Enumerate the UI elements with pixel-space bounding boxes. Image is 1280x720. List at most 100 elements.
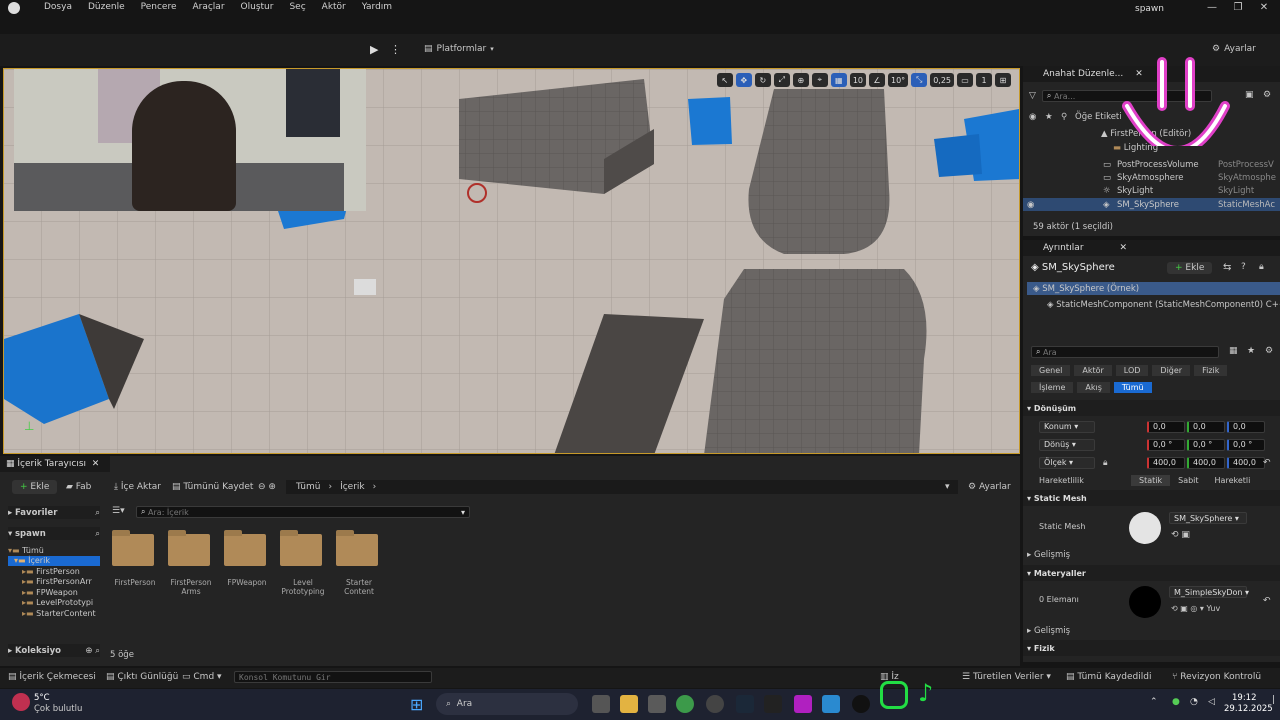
chevron-up-icon[interactable]: ⌃ (1150, 697, 1158, 707)
transform-section[interactable]: ▾ Dönüşüm (1023, 400, 1280, 416)
cmd-dropdown[interactable]: ▭ Cmd ▾ (182, 672, 222, 682)
windows-start-icon[interactable]: ⊞ (410, 696, 428, 714)
materials-section[interactable]: ▾ Materyaller (1023, 565, 1280, 581)
scale-snap-value[interactable]: 0,25 (930, 73, 954, 87)
grid-snap-value[interactable]: 10 (849, 73, 866, 87)
filter-rendering[interactable]: İşleme (1031, 382, 1074, 393)
taskbar-search[interactable]: ⌕ Ara (436, 693, 578, 715)
outliner-row[interactable]: ▭ PostProcessVolume PostProcessV (1103, 158, 1278, 171)
mesh-thumbnail[interactable] (1129, 512, 1161, 544)
folder-item[interactable]: FirstPerson Arms (168, 530, 214, 596)
tree-item[interactable]: ▸▬ FirstPerson (8, 566, 100, 577)
microphone-icon[interactable]: ● (1172, 697, 1180, 707)
level-viewport[interactable]: ↖ ✥ ↻ ⤢ ⊕ ⌖ ▦ 10 ∠ 10° ⤡ 0,25 ▭ 1 ⊞ ⊥ (3, 68, 1020, 454)
component-instance-row[interactable]: ◈ SM_SkySphere (Örnek) (1027, 282, 1280, 295)
platforms-menu[interactable]: ▤ Platformlar ▾ (424, 44, 494, 54)
blueprint-icon[interactable]: ⇆ (1223, 262, 1231, 273)
scale-x-field[interactable]: 400,0 (1147, 456, 1185, 469)
tree-item[interactable]: ▾▬ Tümü (8, 545, 100, 556)
steam-icon[interactable] (736, 695, 754, 713)
select-mode-icon[interactable]: ↖ (716, 73, 733, 87)
tree-item[interactable]: ▸▬ LevelPrototypi (8, 598, 100, 609)
scale-y-field[interactable]: 400,0 (1187, 456, 1225, 469)
play-button[interactable]: ▶ (370, 43, 382, 57)
rotation-y-field[interactable]: 0,0 ° (1187, 438, 1225, 451)
static-mesh-dropdown[interactable]: SM_SkySphere ▾ (1169, 512, 1247, 524)
menu-actor[interactable]: Aktör (314, 2, 354, 12)
filter-physics[interactable]: Fizik (1194, 365, 1228, 376)
close-icon[interactable]: ✕ (1120, 243, 1128, 253)
filter-streaming[interactable]: Akış (1077, 382, 1110, 393)
close-button[interactable]: ✕ (1252, 2, 1276, 14)
filter-icon[interactable]: ▽ (1029, 91, 1036, 101)
restore-button[interactable]: ❐ (1226, 2, 1250, 14)
weather-temp[interactable]: 5°C (34, 693, 50, 703)
app-icon[interactable] (822, 695, 840, 713)
filter-general[interactable]: Genel (1031, 365, 1071, 376)
material-dropdown[interactable]: M_SimpleSkyDon ▾ (1169, 586, 1249, 598)
details-tab[interactable]: Ayrıntılar ✕ (1023, 240, 1280, 256)
breadcrumb-all[interactable]: Tümü (296, 482, 320, 492)
advanced-row[interactable]: ▸ Gelişmiş (1027, 548, 1070, 561)
filter-other[interactable]: Diğer (1152, 365, 1191, 376)
world-local-icon[interactable]: ⊕ (792, 73, 809, 87)
epic-games-icon[interactable] (764, 695, 782, 713)
history-nav[interactable]: ⊖ ⊕ (258, 482, 276, 492)
outliner-settings-icon[interactable]: ⚙ (1263, 90, 1271, 100)
item-label-column[interactable]: Öğe Etiketi (1075, 112, 1122, 122)
chevron-down-icon[interactable]: ▾ (945, 482, 950, 492)
location-y-field[interactable]: 0,0 (1187, 420, 1225, 433)
component-row[interactable]: ◈ StaticMeshComponent (StaticMeshCompone… (1047, 298, 1280, 311)
more-options-icon[interactable]: ⋮ (390, 43, 401, 56)
outliner-row-selected[interactable]: ◉ ◈ SM_SkySphere StaticMeshAc (1023, 198, 1280, 211)
reset-icon[interactable]: ↶ (1263, 596, 1271, 606)
save-status-button[interactable]: ▤ Tümü Kaydedildi (1066, 672, 1151, 682)
content-search[interactable]: ⌕ Ara: İçerik ▾ (136, 506, 470, 518)
reset-icon[interactable]: ↶ (1263, 458, 1271, 468)
menu-edit[interactable]: Düzenle (80, 2, 133, 12)
physics-section[interactable]: ▾ Fizik (1023, 640, 1280, 656)
outliner-row[interactable]: ▭ SkyAtmosphere SkyAtmosphe (1103, 171, 1278, 184)
scale-z-field[interactable]: 400,0 (1227, 456, 1265, 469)
tree-item[interactable]: ▸▬ FPWeapon (8, 587, 100, 598)
scale-snap-icon[interactable]: ⤡ (911, 73, 928, 87)
add-collection-icon[interactable]: ⊕ ⌕ (85, 646, 100, 656)
content-browser-tab[interactable]: ▦ İçerik Tarayıcısı ✕ (0, 456, 110, 472)
notification-icon[interactable]: | (1272, 695, 1275, 705)
folder-item[interactable]: FPWeapon (224, 530, 270, 587)
save-all-button[interactable]: ▤ Tümünü Kaydet (172, 482, 253, 492)
derived-data-button[interactable]: ☰ Türetilen Veriler ▾ (962, 672, 1051, 682)
content-settings-button[interactable]: ⚙ Ayarlar (968, 482, 1011, 492)
filter-icon[interactable]: ☰▾ (112, 506, 125, 516)
app-icon[interactable] (706, 695, 724, 713)
tree-item[interactable]: ▸▬ FirstPersonArr (8, 577, 100, 588)
wifi-icon[interactable]: ◔ (1190, 697, 1198, 707)
filter-all[interactable]: Tümü (1113, 382, 1152, 393)
unreal-logo-icon[interactable] (8, 2, 20, 14)
camera-speed-value[interactable]: 1 (976, 73, 992, 87)
material-thumbnail[interactable] (1129, 586, 1161, 618)
menu-select[interactable]: Seç (281, 2, 313, 12)
mobility-static[interactable]: Statik (1131, 475, 1171, 486)
clock-date[interactable]: 29.12.2025 (1224, 704, 1273, 714)
mobility-stationary[interactable]: Sabit (1170, 475, 1206, 486)
close-icon[interactable]: ✕ (92, 459, 100, 469)
search-icon[interactable]: ⌕ (95, 529, 100, 539)
breadcrumb-content[interactable]: İçerik (340, 482, 365, 492)
task-view-icon[interactable] (592, 695, 610, 713)
filter-lod[interactable]: LOD (1115, 365, 1149, 376)
clock-time[interactable]: 19:12 (1232, 693, 1257, 703)
rotation-dropdown[interactable]: Dönüş ▾ (1039, 438, 1095, 451)
file-explorer-icon[interactable] (620, 695, 638, 713)
table-view-icon[interactable]: ▦ (1229, 346, 1238, 356)
add-component-button[interactable]: + Ekle (1167, 262, 1213, 274)
tree-item-selected[interactable]: ▾▬ İçerik (8, 555, 100, 566)
advanced-row[interactable]: ▸ Gelişmiş (1027, 624, 1070, 637)
angle-snap-icon[interactable]: ∠ (869, 73, 885, 87)
store-icon[interactable] (648, 695, 666, 713)
outliner-row[interactable]: ☼ SkyLight SkyLight (1103, 184, 1278, 197)
mobility-movable[interactable]: Hareketli (1207, 475, 1259, 486)
cpp-badge[interactable]: C++ (1266, 300, 1280, 310)
menu-file[interactable]: Dosya (36, 2, 80, 12)
output-log-button[interactable]: ▤ Çıktı Günlüğü (106, 672, 178, 682)
